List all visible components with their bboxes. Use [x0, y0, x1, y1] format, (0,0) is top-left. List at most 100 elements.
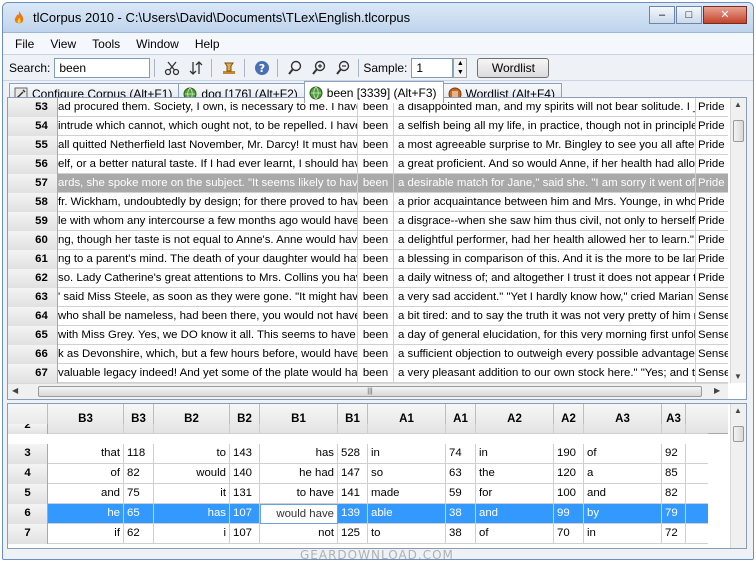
- scroll-up-icon[interactable]: ▲: [734, 406, 742, 415]
- collocate-cell: for: [476, 484, 554, 504]
- row-number: 58: [8, 193, 58, 212]
- toolbar-separator: [358, 58, 360, 77]
- scroll-thumb[interactable]: |||: [38, 386, 702, 397]
- stamp-icon[interactable]: [218, 58, 240, 78]
- right-context: a bit tired: and to say the truth it was…: [394, 307, 696, 326]
- concordance-row[interactable]: 61 ng to a parent's mind. The death of yo…: [8, 250, 728, 269]
- scroll-right-icon[interactable]: ▶: [714, 386, 720, 395]
- row-number: 55: [8, 136, 58, 155]
- keyword: been: [358, 212, 394, 231]
- collocate-cell: 82: [662, 484, 686, 504]
- zoom-icon[interactable]: [284, 58, 306, 78]
- collocate-row[interactable]: 2: [8, 424, 708, 434]
- right-context: a most agreeable surprise to Mr. Bingley…: [394, 136, 696, 155]
- scroll-left-icon[interactable]: ◀: [12, 386, 18, 395]
- scissors-icon[interactable]: [161, 58, 183, 78]
- collocate-row[interactable]: 3 that 118 to 143 has 528 in 74 in 190 of 92: [8, 444, 708, 464]
- concordance-row[interactable]: 59 le with whom any intercourse a few mon…: [8, 212, 728, 231]
- source-label: Pride: [698, 272, 725, 284]
- search-input[interactable]: [54, 57, 151, 78]
- sort-icon[interactable]: [185, 58, 207, 78]
- collocate-cell: [260, 424, 338, 434]
- zoom-out-icon[interactable]: [332, 58, 354, 78]
- collocate-cell: made: [368, 484, 446, 504]
- concordance-row[interactable]: 64 who shall be nameless, had been there,…: [8, 307, 728, 326]
- collocate-row[interactable]: 4 of 82 would 140 he had 147 so 63 the 120 a 85: [8, 464, 708, 484]
- sample-input[interactable]: [411, 57, 454, 78]
- concordance-row[interactable]: 56 elf, or a better natural taste. If I h…: [8, 155, 728, 174]
- menu-tools[interactable]: Tools: [84, 37, 128, 51]
- collocate-cell: 74: [446, 444, 476, 464]
- row-number: 59: [8, 212, 58, 231]
- collocate-row[interactable]: 7 if 62 i 107 not 125 to 38 of 70 in 72: [8, 524, 708, 544]
- scroll-down-icon[interactable]: ▼: [734, 372, 742, 381]
- scroll-thumb[interactable]: [733, 120, 744, 142]
- menu-help[interactable]: Help: [187, 37, 228, 51]
- collocate-cell: 141: [338, 484, 368, 504]
- concordance-row[interactable]: 60 ng, though her taste is not equal to A…: [8, 231, 728, 250]
- collocate-cell: 79: [662, 504, 686, 524]
- collocate-cell: not: [260, 524, 338, 544]
- concordance-row[interactable]: 66 k as Devonshire, which, but a few hour…: [8, 345, 728, 364]
- collocate-cell: 59: [446, 484, 476, 504]
- keyword: been: [358, 307, 394, 326]
- spin-up-icon[interactable]: ▲: [454, 59, 466, 68]
- collocate-cell: and: [584, 484, 662, 504]
- right-context: a desirable match for Jane," said she. "…: [394, 174, 696, 193]
- app-window: tlCorpus 2010 - C:\Users\David\Documents…: [2, 2, 754, 560]
- scroll-up-icon[interactable]: ▲: [734, 100, 742, 109]
- close-button[interactable]: ✕: [703, 5, 747, 24]
- collocate-cell: 99: [554, 504, 584, 524]
- collocate-cell: 147: [338, 464, 368, 484]
- keyword: been: [358, 193, 394, 212]
- menu-file[interactable]: File: [7, 37, 42, 51]
- concordance-vertical-scrollbar[interactable]: ▲ ▼: [730, 98, 746, 383]
- zoom-in-icon[interactable]: [308, 58, 330, 78]
- help-icon[interactable]: ?: [251, 58, 273, 78]
- keyword: been: [358, 231, 394, 250]
- tab-been[interactable]: been [3339] (Alt+F3): [303, 81, 444, 103]
- concordance-panel: 53 ad procured them. Society, I own, is n…: [7, 97, 747, 400]
- left-context: le with whom any intercourse a few month…: [58, 212, 358, 231]
- concordance-row[interactable]: 54 intrude which cannot, which ought not,…: [8, 117, 728, 136]
- concordance-row[interactable]: 62 so. Lady Catherine's great attentions …: [8, 269, 728, 288]
- collocate-cell: 70: [554, 524, 584, 544]
- maximize-button[interactable]: □: [676, 5, 702, 24]
- menu-window[interactable]: Window: [128, 37, 187, 51]
- concordance-row[interactable]: 67 valuable legacy indeed! And yet some o…: [8, 364, 728, 383]
- collocate-cell: 38: [446, 524, 476, 544]
- concordance-row[interactable]: 65 with Miss Grey. Yes, we DO know it all…: [8, 326, 728, 345]
- toolbar-separator: [244, 58, 246, 77]
- concordance-row[interactable]: 55 all quitted Netherfield last November,…: [8, 136, 728, 155]
- collocate-cell: has: [154, 504, 230, 524]
- concordance-row[interactable]: 58 fr. Wickham, undoubtedly by design; fo…: [8, 193, 728, 212]
- row-number: 62: [8, 269, 58, 288]
- collocate-cell: 62: [124, 524, 154, 544]
- right-context: a daily witness of; and altogether I tru…: [394, 269, 696, 288]
- menu-view[interactable]: View: [42, 37, 84, 51]
- concordance-row[interactable]: 63 ' said Miss Steele, as soon as they we…: [8, 288, 728, 307]
- sample-spinner[interactable]: ▲ ▼: [453, 57, 468, 78]
- scroll-thumb[interactable]: [733, 426, 744, 442]
- row-number: 60: [8, 231, 58, 250]
- wordlist-button[interactable]: Wordlist: [477, 57, 550, 78]
- spin-down-icon[interactable]: ▼: [454, 68, 466, 77]
- concordance-horizontal-scrollbar[interactable]: ◀ ||| ▶: [8, 383, 728, 399]
- row-number: 54: [8, 117, 58, 136]
- concordance-row[interactable]: 57 ards, she spoke more on the subject. "…: [8, 174, 728, 193]
- collocate-cell: to have: [260, 484, 338, 504]
- collocate-cell: 131: [230, 484, 260, 504]
- svg-text:?: ?: [259, 62, 265, 75]
- collocate-cell: and: [48, 484, 124, 504]
- collocate-cell: of: [48, 464, 124, 484]
- collocates-vertical-scrollbar[interactable]: ▲: [730, 404, 746, 548]
- right-context: a sufficient objection to outweigh every…: [394, 345, 696, 364]
- collocate-row[interactable]: 6 he 65 has 107 would have 139 able 38 and 99 by 79: [8, 504, 708, 524]
- left-context: k as Devonshire, which, but a few hours …: [58, 345, 358, 364]
- collocate-cell: [368, 424, 446, 434]
- collocate-row[interactable]: 5 and 75 it 131 to have 141 made 59 for 100 and 82: [8, 484, 708, 504]
- minimize-button[interactable]: –: [649, 5, 675, 24]
- source-label: Sense: [698, 367, 728, 379]
- row-number: 2: [8, 424, 48, 434]
- row-number: 56: [8, 155, 58, 174]
